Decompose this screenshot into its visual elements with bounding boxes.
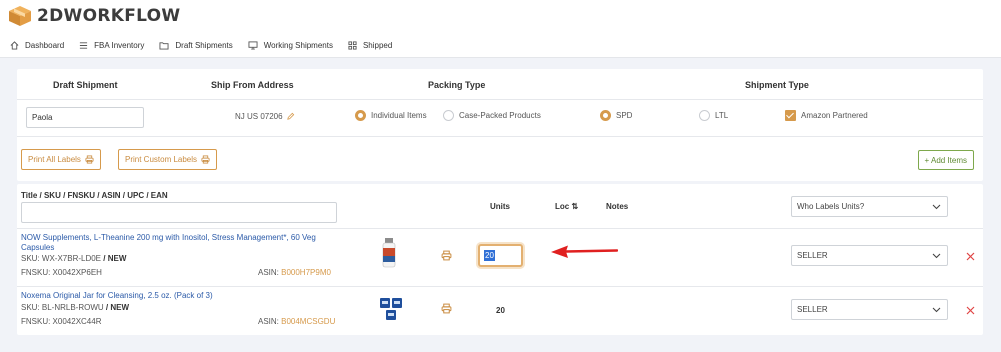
labeler-select[interactable]: SELLER (791, 245, 948, 266)
grid-icon (348, 41, 357, 50)
print-label-icon[interactable] (441, 250, 452, 261)
title-column-header: Title / SKU / FNSKU / ASIN / UPC / EAN (21, 191, 168, 200)
ship-from-address: NJ US 07206 (235, 112, 295, 121)
nav-label: Working Shipments (263, 41, 333, 50)
product-title-link[interactable]: Noxema Original Jar for Cleansing, 2.5 o… (21, 291, 351, 301)
product-fnsku: FNSKU: X0042XC44R (21, 317, 102, 326)
nav-dashboard[interactable]: Dashboard (10, 41, 64, 50)
row-divider (17, 286, 983, 287)
asin-link[interactable]: B000H7P9M0 (281, 268, 331, 277)
product-sku: SKU: WX-X7BR-LD0E / NEW (21, 254, 126, 263)
divider (17, 136, 983, 137)
select-value: Who Labels Units? (797, 202, 865, 211)
notes-column-header: Notes (606, 202, 629, 211)
ship-from-header: Ship From Address (211, 80, 294, 90)
row-divider (17, 228, 983, 229)
nav-draft-shipments[interactable]: Draft Shipments (159, 41, 233, 50)
add-items-button[interactable]: + Add Items (917, 150, 974, 170)
button-label: Print Custom Labels (125, 155, 198, 164)
button-label: Print All Labels (28, 155, 81, 164)
type-ltl-radio[interactable]: LTL (699, 110, 728, 121)
product-asin: ASIN: B004MCSGDU (258, 317, 335, 326)
product-title-link[interactable]: NOW Supplements, L-Theanine 200 mg with … (21, 233, 351, 253)
ship-from-text: NJ US 07206 (235, 112, 283, 121)
nav-label: Dashboard (25, 41, 65, 50)
nav-shipped[interactable]: Shipped (348, 41, 392, 50)
top-nav: Dashboard FBA Inventory Draft Shipments … (0, 34, 1001, 58)
asin-label: ASIN: (258, 268, 282, 277)
radio-empty-icon (699, 110, 710, 121)
asin-label: ASIN: (258, 317, 282, 326)
packing-type-header: Packing Type (428, 80, 486, 90)
type-spd-radio[interactable]: SPD (600, 110, 632, 121)
draft-name-input[interactable] (26, 107, 144, 128)
asin-link[interactable]: B004MCSGDU (281, 317, 335, 326)
product-jar-image (380, 298, 402, 320)
red-arrow-annotation (551, 245, 618, 258)
chevron-down-icon (932, 204, 941, 210)
printer-icon (201, 155, 210, 164)
chevron-down-icon (932, 307, 941, 313)
logo[interactable]: 2DWORKFLOW (8, 5, 180, 27)
product-asin: ASIN: B000H7P9M0 (258, 268, 331, 277)
loc-column-header[interactable]: Loc ⇅ (555, 202, 578, 211)
chevron-down-icon (932, 253, 941, 259)
units-selected-text: 20 (484, 250, 495, 261)
select-value: SELLER (797, 305, 828, 314)
packing-individual-radio[interactable]: Individual Items (355, 110, 427, 121)
radio-label: LTL (715, 111, 729, 120)
nav-label: Shipped (362, 41, 393, 50)
sku-text: SKU: BL-NRLB-ROWU (21, 303, 104, 312)
sku-text: SKU: WX-X7BR-LD0E (21, 254, 102, 263)
select-value: SELLER (797, 251, 828, 260)
shipment-type-header: Shipment Type (745, 80, 809, 90)
radio-label: SPD (616, 111, 633, 120)
radio-selected-icon (355, 110, 366, 121)
radio-empty-icon (443, 110, 454, 121)
remove-item-icon[interactable] (966, 252, 975, 261)
item-search-input[interactable] (21, 202, 337, 223)
who-labels-select[interactable]: Who Labels Units? (791, 196, 948, 217)
product-sku: SKU: BL-NRLB-ROWU / NEW (21, 303, 129, 312)
units-value[interactable]: 20 (496, 306, 505, 315)
list-icon (80, 42, 88, 49)
nav-label: FBA Inventory (94, 41, 145, 50)
box-logo-icon (9, 6, 31, 26)
nav-working-shipments[interactable]: Working Shipments (248, 41, 333, 50)
pencil-icon[interactable] (286, 112, 295, 121)
print-label-icon[interactable] (441, 303, 452, 314)
remove-item-icon[interactable] (966, 306, 975, 315)
print-custom-labels-button[interactable]: Print Custom Labels (118, 149, 218, 170)
radio-selected-icon (600, 110, 611, 121)
home-icon (10, 41, 19, 50)
packing-case-radio[interactable]: Case-Packed Products (443, 110, 541, 121)
condition-text: / NEW (101, 254, 127, 263)
divider (17, 99, 983, 100)
brand-name: 2DWORKFLOW (37, 6, 181, 26)
units-column-header: Units (490, 202, 510, 211)
app-header: 2DWORKFLOW (0, 0, 1001, 34)
print-all-labels-button[interactable]: Print All Labels (21, 149, 101, 170)
checkbox-checked-icon (785, 110, 796, 121)
shipment-settings-card: Draft Shipment Ship From Address Packing… (17, 69, 983, 181)
draft-shipment-header: Draft Shipment (53, 80, 118, 90)
labeler-select[interactable]: SELLER (791, 299, 948, 320)
product-bottle-image (382, 238, 396, 268)
product-fnsku: FNSKU: X0042XP6EH (21, 268, 102, 277)
condition-text: / NEW (103, 303, 130, 312)
nav-fba-inventory[interactable]: FBA Inventory (79, 41, 144, 50)
amazon-partnered-checkbox[interactable]: Amazon Partnered (785, 110, 868, 121)
printer-icon (85, 155, 94, 164)
radio-label: Case-Packed Products (459, 111, 541, 120)
nav-label: Draft Shipments (175, 41, 233, 50)
units-input[interactable]: 20 (478, 244, 523, 267)
radio-label: Individual Items (371, 111, 427, 120)
folder-icon (159, 42, 169, 50)
checkbox-label: Amazon Partnered (801, 111, 868, 120)
monitor-icon (248, 41, 258, 50)
items-table-card: Title / SKU / FNSKU / ASIN / UPC / EAN U… (17, 184, 983, 335)
